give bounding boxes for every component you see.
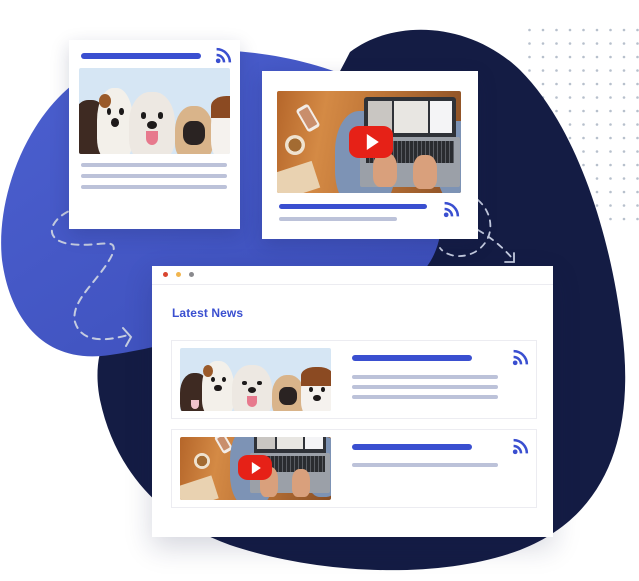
dog bbox=[202, 361, 234, 411]
feed-card-video[interactable] bbox=[262, 71, 478, 239]
latest-news-window: Latest News bbox=[152, 266, 553, 537]
text-placeholder bbox=[352, 463, 498, 467]
laptop-video-conference-photo bbox=[277, 91, 461, 193]
coffee-cup bbox=[285, 135, 305, 155]
dog bbox=[129, 92, 175, 154]
text-placeholder bbox=[352, 375, 498, 379]
dog bbox=[211, 96, 230, 154]
box bbox=[277, 160, 321, 193]
hand bbox=[373, 153, 397, 187]
section-title: Latest News bbox=[172, 306, 244, 320]
window-titlebar bbox=[152, 266, 553, 285]
title-placeholder bbox=[352, 355, 472, 361]
title-placeholder bbox=[279, 204, 427, 209]
text-placeholder bbox=[81, 174, 227, 178]
news-item[interactable] bbox=[171, 429, 537, 508]
rss-feed-icon[interactable] bbox=[215, 47, 232, 64]
minimize-dot[interactable] bbox=[176, 272, 181, 277]
rss-feed-icon[interactable] bbox=[443, 201, 460, 218]
rss-feed-icon[interactable] bbox=[512, 438, 529, 455]
dog bbox=[232, 365, 272, 411]
puppies-photo bbox=[79, 68, 230, 154]
phone bbox=[295, 103, 321, 133]
dog bbox=[301, 367, 331, 411]
box bbox=[180, 475, 219, 500]
hand bbox=[413, 155, 437, 189]
youtube-play-icon[interactable] bbox=[238, 455, 272, 480]
puppies-photo bbox=[180, 348, 331, 411]
youtube-play-icon[interactable] bbox=[349, 126, 393, 158]
feed-card-image[interactable] bbox=[69, 40, 240, 229]
dog bbox=[175, 106, 213, 154]
title-placeholder bbox=[81, 53, 201, 59]
news-item[interactable] bbox=[171, 340, 537, 419]
laptop-screen bbox=[254, 437, 326, 453]
text-placeholder bbox=[352, 395, 498, 399]
text-placeholder bbox=[279, 217, 397, 221]
close-dot[interactable] bbox=[163, 272, 168, 277]
dog bbox=[272, 375, 304, 411]
text-placeholder bbox=[81, 185, 227, 189]
title-placeholder bbox=[352, 444, 472, 450]
text-placeholder bbox=[81, 163, 227, 167]
dog bbox=[97, 88, 133, 154]
text-placeholder bbox=[352, 385, 498, 389]
coffee-cup bbox=[194, 453, 210, 469]
laptop-video-conference-photo bbox=[180, 437, 331, 500]
rss-feed-icon[interactable] bbox=[512, 349, 529, 366]
maximize-dot[interactable] bbox=[189, 272, 194, 277]
hand bbox=[292, 469, 310, 497]
